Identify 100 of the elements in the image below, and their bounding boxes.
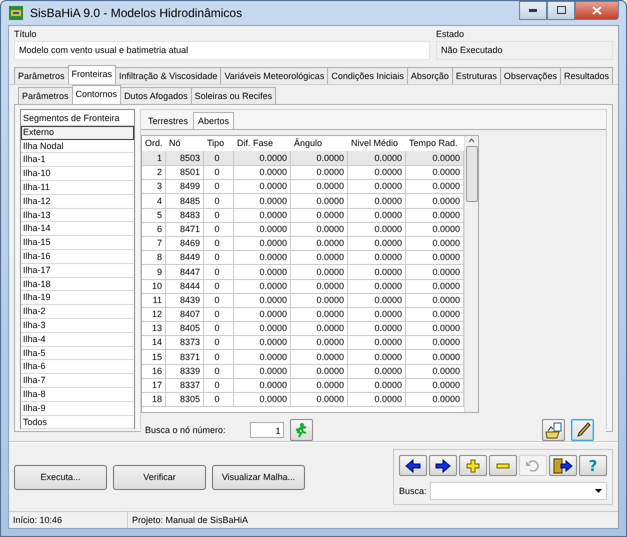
- table-cell: 0.0000: [348, 292, 406, 308]
- table-cell: 4: [142, 194, 166, 209]
- segment-item[interactable]: Ilha-19: [21, 291, 134, 306]
- tab[interactable]: Condições Iniciais: [327, 67, 408, 84]
- table-cell: 0.0000: [348, 378, 406, 393]
- table-cell: 0.0000: [348, 250, 406, 266]
- table-cell: 5: [142, 208, 166, 223]
- inner-tab[interactable]: Terrestres: [143, 112, 194, 129]
- tab[interactable]: Estruturas: [452, 67, 501, 84]
- tab[interactable]: Observações: [500, 67, 561, 84]
- scrollbar-thumb[interactable]: [466, 146, 478, 202]
- table-cell: 7: [142, 236, 166, 252]
- maximize-button[interactable]: [547, 0, 575, 20]
- segment-item[interactable]: Ilha-18: [21, 278, 134, 292]
- table-cell: 0.0000: [348, 321, 406, 336]
- segment-item[interactable]: Ilha-15: [21, 236, 134, 250]
- segment-item[interactable]: Ilha-16: [21, 250, 134, 264]
- sub-tab[interactable]: Parâmetros: [18, 87, 73, 104]
- segment-item[interactable]: Ilha-12: [21, 194, 134, 209]
- segment-item[interactable]: Externo: [21, 126, 134, 140]
- table-cell: 0.0000: [234, 236, 291, 252]
- tab[interactable]: Variáveis Meteorológicas: [220, 67, 328, 84]
- segment-item[interactable]: Ilha-13: [21, 208, 134, 222]
- column-header[interactable]: Nivel Médio: [348, 136, 406, 151]
- inner-tab[interactable]: Abertos: [193, 112, 234, 129]
- tab[interactable]: Resultados: [560, 67, 613, 84]
- toolbar-button[interactable]: [429, 455, 457, 476]
- table-cell: 0.0000: [234, 179, 291, 194]
- import-button[interactable]: [542, 419, 565, 441]
- table-cell: 0: [204, 208, 234, 223]
- action-button[interactable]: Executa...: [14, 464, 107, 490]
- table-cell: 0.0000: [348, 194, 406, 209]
- segment-item[interactable]: Ilha-9: [21, 402, 134, 416]
- column-header[interactable]: Ângulo: [291, 136, 348, 151]
- minimize-icon: [529, 8, 537, 12]
- segment-item[interactable]: Ilha-1: [21, 153, 134, 168]
- table-cell: 0.0000: [348, 165, 406, 180]
- table-cell: 0.0000: [234, 194, 291, 209]
- scrollbar[interactable]: [464, 136, 478, 412]
- table-cell: 0.0000: [348, 236, 406, 252]
- table-cell: 3: [142, 179, 166, 194]
- segment-item[interactable]: Ilha-5: [21, 346, 134, 360]
- segment-item[interactable]: Ilha-17: [21, 264, 134, 278]
- sub-tab[interactable]: Dutos Afogados: [120, 87, 192, 104]
- sub-tab[interactable]: Contornos: [72, 85, 122, 104]
- status-text: Início: 10:46: [9, 512, 128, 528]
- segment-item[interactable]: Ilha Nodal: [21, 140, 134, 154]
- status-label: Estado: [436, 28, 466, 40]
- table-cell: 8: [142, 250, 166, 266]
- segment-item[interactable]: Todos: [21, 416, 134, 430]
- table-cell: 0: [204, 250, 234, 266]
- table-cell: 8471: [166, 222, 204, 237]
- table-cell: 0.0000: [234, 378, 291, 393]
- column-header[interactable]: Nó: [166, 136, 204, 151]
- tab[interactable]: Infiltração & Viscosidade: [115, 67, 222, 84]
- tab[interactable]: Absorção: [406, 67, 453, 84]
- toolbar-button[interactable]: [399, 455, 427, 476]
- segment-item[interactable]: Ilha-3: [21, 318, 134, 333]
- column-header[interactable]: Tempo Rad.: [406, 136, 464, 151]
- table-cell: 0: [204, 378, 234, 393]
- run-button[interactable]: [290, 419, 313, 441]
- table-cell: 0: [204, 236, 234, 252]
- sub-tab[interactable]: Soleiras ou Recifes: [190, 87, 276, 104]
- column-header[interactable]: Ord.: [142, 136, 166, 151]
- segment-item[interactable]: Ilha-8: [21, 388, 134, 402]
- action-button[interactable]: Verificar: [113, 464, 206, 490]
- segment-item[interactable]: Ilha-6: [21, 360, 134, 374]
- table-cell: 0.0000: [234, 278, 291, 294]
- app-logo-icon: [8, 5, 24, 21]
- column-header[interactable]: Tipo: [204, 136, 234, 151]
- table-cell: 0.0000: [291, 194, 348, 209]
- table-cell: 0.0000: [234, 307, 291, 322]
- table-cell: 0.0000: [348, 364, 406, 379]
- table-cell: 6: [142, 222, 166, 237]
- edit-button[interactable]: [571, 419, 594, 441]
- table-cell: 0: [204, 292, 234, 308]
- minimize-button[interactable]: [519, 0, 547, 20]
- table-cell: 0.0000: [291, 222, 348, 237]
- segment-item[interactable]: Ilha-2: [21, 305, 134, 319]
- segment-item[interactable]: Ilha-14: [21, 222, 134, 236]
- segment-item[interactable]: Ilha-11: [21, 180, 134, 195]
- table-cell: 0.0000: [348, 264, 406, 280]
- table-cell: 1: [142, 151, 166, 166]
- segment-item[interactable]: Ilha-4: [21, 332, 134, 347]
- title-field[interactable]: Modelo com vento usual e batimetria atual: [14, 41, 430, 60]
- segment-item[interactable]: Ilha-7: [21, 374, 134, 388]
- column-header[interactable]: Dif. Fase: [234, 136, 291, 151]
- table-cell: 8499: [166, 179, 204, 194]
- toolbar-button[interactable]: [549, 455, 577, 476]
- tab[interactable]: Parâmetros: [14, 67, 69, 84]
- table-cell: 0: [204, 165, 234, 180]
- segment-item[interactable]: Ilha-10: [21, 167, 134, 181]
- table-cell: 0.0000: [291, 278, 348, 294]
- table-cell: 0.0000: [291, 335, 348, 350]
- table-cell: 2: [142, 165, 166, 180]
- table-cell: 0.0000: [348, 307, 406, 322]
- node-number-field[interactable]: 1: [250, 422, 284, 438]
- action-button[interactable]: Visualizar Malha...: [212, 464, 305, 490]
- tab[interactable]: Fronteiras: [68, 65, 116, 84]
- close-button[interactable]: [575, 0, 619, 20]
